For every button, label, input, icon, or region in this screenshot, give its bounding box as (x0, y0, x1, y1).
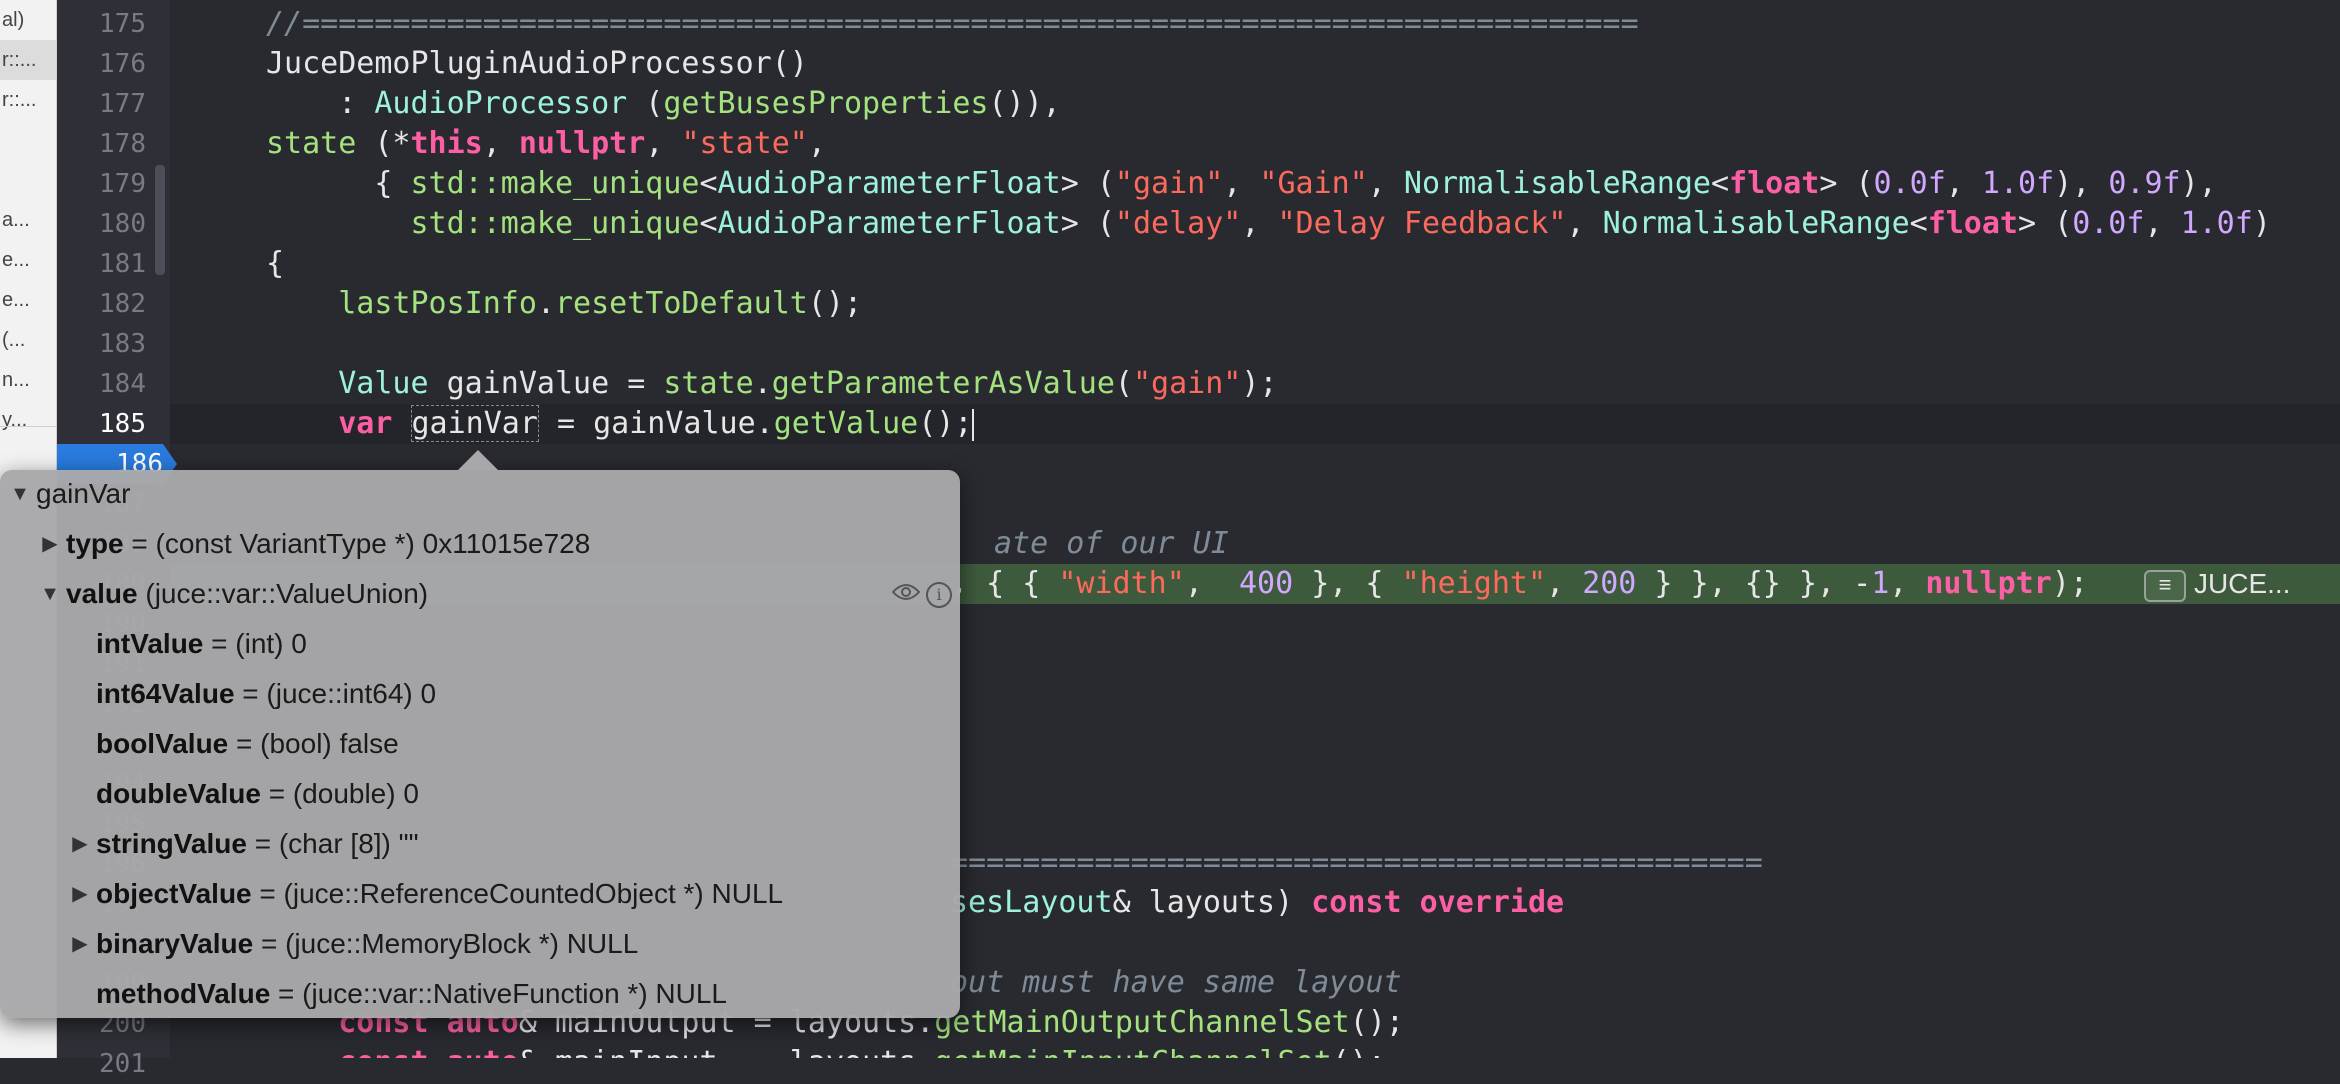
line-number[interactable]: 183 (66, 324, 146, 364)
variable-name: value (66, 578, 138, 609)
line-number[interactable]: 178 (66, 124, 146, 164)
line-number[interactable]: 179 (66, 164, 146, 204)
variable-inspector-popover[interactable]: ▼ gainVar ▶ type = (const VariantType *) … (0, 450, 960, 1018)
navigator-item[interactable]: (... (0, 320, 56, 360)
line-number[interactable]: 201 (66, 1044, 146, 1084)
line-number[interactable]: 177 (66, 84, 146, 124)
disclosure-collapsed-icon[interactable]: ▶ (70, 920, 90, 968)
code-line-179: { std::make_unique<AudioParameterFloat> … (266, 166, 2217, 201)
variable-value: (juce::var::ValueUnion) (137, 578, 429, 609)
variable-row-binaryvalue[interactable]: ▶ binaryValue = (juce::MemoryBlock *) NUL… (0, 920, 960, 968)
variable-value: = (juce::int64) 0 (234, 678, 437, 709)
variable-row-int64value[interactable]: int64Value = (juce::int64) 0 (0, 670, 960, 718)
change-indicator (155, 165, 165, 275)
variable-value: = (const VariantType *) 0x11015e728 (123, 528, 591, 559)
variable-name: intValue (96, 628, 204, 659)
navigator-item[interactable]: a... (0, 200, 56, 240)
line-number[interactable]: 176 (66, 44, 146, 84)
variable-row-doublevalue[interactable]: doubleValue = (double) 0 (0, 770, 960, 818)
hovered-variable[interactable]: gainVar (410, 405, 539, 442)
variable-value: = (int) 0 (203, 628, 307, 659)
thread-indicator[interactable]: ≡ JUCE... (2144, 567, 2291, 602)
navigator-item[interactable] (0, 160, 56, 200)
code-line-175: //======================================… (266, 6, 1639, 41)
variable-value: = (bool) false (228, 728, 399, 759)
variable-value: = (juce::ReferenceCountedObject *) NULL (251, 878, 784, 909)
code-line-184: Value gainValue = state.getParameterAsVa… (338, 366, 1278, 401)
code-line-182: lastPosInfo.resetToDefault(); (338, 286, 863, 321)
variable-name: type (66, 528, 124, 559)
code-line-198: sesLayout& layouts) const override (950, 885, 1565, 920)
code-line-176: JuceDemoPluginAudioProcessor() (266, 46, 808, 81)
line-number[interactable]: 180 (66, 204, 146, 244)
code-line-180: std::make_unique<AudioParameterFloat> ("… (410, 206, 2271, 241)
disclosure-collapsed-icon[interactable]: ▶ (70, 820, 90, 868)
variable-row-objectvalue[interactable]: ▶ objectValue = (juce::ReferenceCountedOb… (0, 870, 960, 918)
line-number[interactable]: 185 (66, 404, 146, 444)
variable-row-methodvalue[interactable]: methodValue = (juce::var::NativeFunction… (0, 970, 960, 1018)
line-number[interactable]: 182 (66, 284, 146, 324)
navigator-item[interactable]: r::... (0, 40, 56, 80)
variable-row-intvalue[interactable]: intValue = (int) 0 (0, 620, 960, 668)
code-line-188: ate of our UI (994, 526, 1229, 561)
popover-root-row[interactable]: ▼ gainVar (0, 470, 960, 518)
navigator-item[interactable]: al) (0, 0, 56, 40)
variable-name: gainVar (36, 478, 131, 509)
eye-icon[interactable] (892, 582, 920, 602)
line-number[interactable]: 181 (66, 244, 146, 284)
variable-row-type[interactable]: ▶ type = (const VariantType *) 0x11015e72… (0, 520, 960, 568)
line-number[interactable]: 184 (66, 364, 146, 404)
code-line-197: ========================================… (950, 845, 1763, 880)
disclosure-collapsed-icon[interactable]: ▶ (40, 520, 60, 568)
navigator-item[interactable] (0, 120, 56, 160)
variable-value: = (juce::var::NativeFunction *) NULL (270, 978, 728, 1009)
navigator-item[interactable]: r::... (0, 80, 56, 120)
variable-name: doubleValue (96, 778, 261, 809)
code-line-185: var gainVar = gainValue.getValue(); (170, 404, 2340, 444)
text-cursor (972, 408, 975, 441)
thread-indicator-label: JUCE... (2194, 568, 2291, 599)
variable-row-stringvalue[interactable]: ▶ stringValue = (char [8]) "" (0, 820, 960, 868)
code-line-199: out must have same layout (950, 965, 1402, 1000)
code-line-201: const auto& mainInput = layouts.getMainI… (266, 1043, 1386, 1058)
code-line-178: state (*this, nullptr, "state", (266, 126, 826, 161)
disclosure-expanded-icon[interactable]: ▼ (40, 570, 60, 618)
navigator-separator (0, 426, 56, 427)
variable-name: int64Value (96, 678, 235, 709)
navigator-item[interactable]: e... (0, 280, 56, 320)
navigator-item[interactable]: y... (0, 400, 56, 440)
variable-row-value[interactable]: ▼ value (juce::var::ValueUnion) (0, 570, 960, 618)
variable-name: boolValue (96, 728, 229, 759)
list-icon: ≡ (2144, 569, 2186, 602)
variable-value: = (juce::MemoryBlock *) NULL (253, 928, 639, 959)
variable-name: stringValue (96, 828, 247, 859)
variable-name: methodValue (96, 978, 271, 1009)
navigator-item[interactable]: e... (0, 240, 56, 280)
variable-name: binaryValue (96, 928, 254, 959)
variable-value: = (double) 0 (260, 778, 419, 809)
variable-name: objectValue (96, 878, 252, 909)
info-icon[interactable]: i (926, 582, 952, 608)
code-line-181: { (266, 246, 285, 281)
variable-value: = (char [8]) "" (246, 828, 419, 859)
code-line-177: : AudioProcessor (getBusesProperties()), (266, 86, 1061, 121)
disclosure-expanded-icon[interactable]: ▼ (10, 470, 30, 518)
variable-row-boolvalue[interactable]: boolValue = (bool) false (0, 720, 960, 768)
navigator-item[interactable]: n... (0, 360, 56, 400)
line-number[interactable]: 175 (66, 4, 146, 44)
disclosure-collapsed-icon[interactable]: ▶ (70, 870, 90, 918)
